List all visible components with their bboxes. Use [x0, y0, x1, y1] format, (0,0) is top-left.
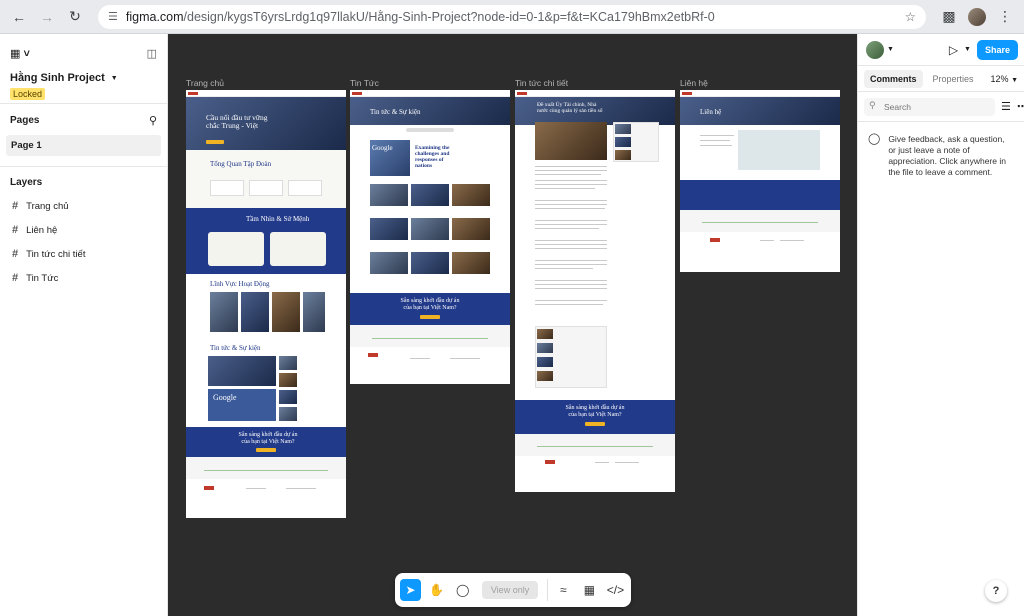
feature-title: Examining the challenges and responses o… [415, 145, 450, 169]
hero-title: Cầu nối đầu tư vững chắc Trung - Việt [206, 113, 268, 130]
profile-avatar[interactable] [966, 6, 988, 28]
overview-title: Tổng Quan Tập Đoàn [210, 160, 272, 168]
address-bar[interactable]: ☰ figma.com/design/kygsT6yrsLrdg1q97llak… [98, 4, 926, 29]
right-sidebar: ▼ ▷ ▼ Share Comments Properties 12% ▼ ⚲ … [857, 34, 1024, 616]
frame-label[interactable]: Liên hệ [680, 78, 708, 88]
more-options-icon[interactable]: ⋯ [1017, 100, 1024, 113]
frame-news[interactable]: Tin tức & Sự kiện Google Examining the c… [350, 90, 510, 384]
hand-tool-icon[interactable]: ✋ [426, 579, 447, 601]
fields-title: Lĩnh Vực Hoạt Động [210, 280, 270, 288]
bottom-toolbar: ➤ ✋ ◯ View only ≈ ▦ </> [395, 573, 631, 607]
frame-contact[interactable]: Liên hệ [680, 90, 840, 272]
share-button[interactable]: Share [976, 39, 1018, 60]
search-input[interactable] [864, 98, 995, 116]
tab-properties[interactable]: Properties [927, 70, 980, 88]
news-section-title: Tin tức & Sự kiện [210, 344, 261, 352]
layer-item[interactable]: # Liên hệ [0, 218, 167, 242]
figma-logo-icon[interactable]: ▦ ˅ [10, 47, 30, 60]
comment-bubble-icon: ◯ [868, 133, 881, 145]
frame-label[interactable]: Tin Tức [350, 78, 379, 88]
site-settings-icon[interactable]: ☰ [108, 10, 118, 23]
bookmark-star-icon[interactable]: ☆ [905, 9, 916, 24]
google-label: Google [213, 393, 237, 402]
frame-label[interactable]: Trang chủ [186, 78, 224, 88]
frame-icon: # [12, 272, 19, 284]
frame-news-detail[interactable]: Đề xuất Ủy Tài chính, Nhà nước cùng quản… [515, 90, 675, 492]
url-host: figma.com [125, 9, 184, 24]
extensions-icon[interactable]: ▩ [938, 6, 960, 28]
browser-menu-icon[interactable]: ⋮ [994, 6, 1016, 28]
layer-item[interactable]: # Trang chủ [0, 194, 167, 218]
browser-toolbar: ← → ↻ ☰ figma.com/design/kygsT6yrsLrdg1q… [0, 0, 1024, 34]
chevron-down-icon: ▼ [1011, 76, 1018, 84]
zoom-control[interactable]: 12% ▼ [991, 74, 1018, 84]
reload-icon[interactable]: ↻ [64, 6, 86, 28]
tab-comments[interactable]: Comments [864, 69, 923, 88]
vision-title: Tầm Nhìn & Sứ Mệnh [246, 215, 310, 223]
forward-icon[interactable]: → [36, 6, 58, 28]
cta-title: Sẵn sàng khởi đầu dự án của bạn tại Việt… [400, 298, 460, 311]
layer-label: Tin Tức [26, 272, 59, 284]
frame-icon: # [12, 200, 19, 212]
view-only-badge: View only [482, 581, 538, 599]
google-label: Google [372, 144, 393, 152]
help-button[interactable]: ? [985, 580, 1007, 602]
cta-title: Sẵn sàng khởi đầu dự án của bạn tại Việt… [565, 405, 625, 418]
toolbar-divider [546, 579, 548, 601]
news-header: Tin tức & Sự kiện [370, 108, 421, 116]
frame-icon: # [12, 224, 19, 236]
locked-badge: Locked [10, 88, 46, 100]
pages-title: Pages [10, 115, 40, 126]
chevron-down-icon[interactable]: ▼ [964, 46, 971, 53]
layer-label: Tin tức chi tiết [26, 248, 86, 260]
page-item[interactable]: Page 1 [6, 135, 161, 156]
back-icon[interactable]: ← [8, 6, 30, 28]
move-tool-icon[interactable]: ➤ [400, 579, 422, 601]
layer-item[interactable]: # Tin tức chi tiết [0, 242, 167, 266]
left-sidebar: ▦ ˅ ◫ Hằng Sinh Project ▼ Locked Pages ⚲… [0, 34, 168, 616]
zoom-level: 12% [990, 73, 1009, 84]
frame-icon: # [12, 248, 19, 260]
feedback-text: Give feedback, ask a question, or just l… [888, 134, 1006, 177]
layers-title: Layers [10, 177, 43, 188]
user-avatar[interactable] [866, 40, 884, 59]
chevron-down-icon[interactable]: ▼ [887, 46, 894, 53]
frame-home[interactable]: Cầu nối đầu tư vững chắc Trung - Việt Tổ… [186, 90, 346, 518]
file-header: ▦ ˅ ◫ Hằng Sinh Project ▼ Locked [0, 34, 167, 104]
layer-item[interactable]: # Tin Tức [0, 266, 167, 290]
draw-tool-icon[interactable]: ≈ [553, 579, 574, 601]
code-icon[interactable]: </> [605, 579, 626, 601]
search-icon[interactable]: ⚲ [149, 114, 157, 127]
comment-tool-icon[interactable]: ◯ [452, 579, 473, 601]
contact-header: Liên hệ [700, 108, 722, 116]
filter-icon[interactable]: ☰ [1001, 100, 1011, 113]
chevron-down-icon[interactable]: ▼ [111, 75, 118, 82]
present-play-icon[interactable]: ▷ [949, 43, 958, 57]
dev-mode-icon[interactable]: ▦ [579, 579, 600, 601]
url-path: /design/kygsT6yrsLrdg1q97llakU/Hằng-Sinh… [183, 9, 715, 24]
search-icon: ⚲ [869, 100, 876, 110]
detail-title: Đề xuất Ủy Tài chính, Nhà nước cùng quản… [537, 102, 603, 114]
project-name[interactable]: Hằng Sinh Project [10, 72, 105, 84]
layer-label: Liên hệ [26, 224, 58, 236]
frame-label[interactable]: Tin tức chi tiết [515, 78, 568, 88]
design-canvas[interactable]: Trang chủ Tin Tức Tin tức chi tiết Liên … [168, 34, 857, 616]
layer-label: Trang chủ [26, 200, 69, 212]
cta-title: Sẵn sàng khởi đầu dự án của bạn tại Việt… [238, 432, 298, 445]
panel-toggle-icon[interactable]: ◫ [147, 47, 157, 60]
